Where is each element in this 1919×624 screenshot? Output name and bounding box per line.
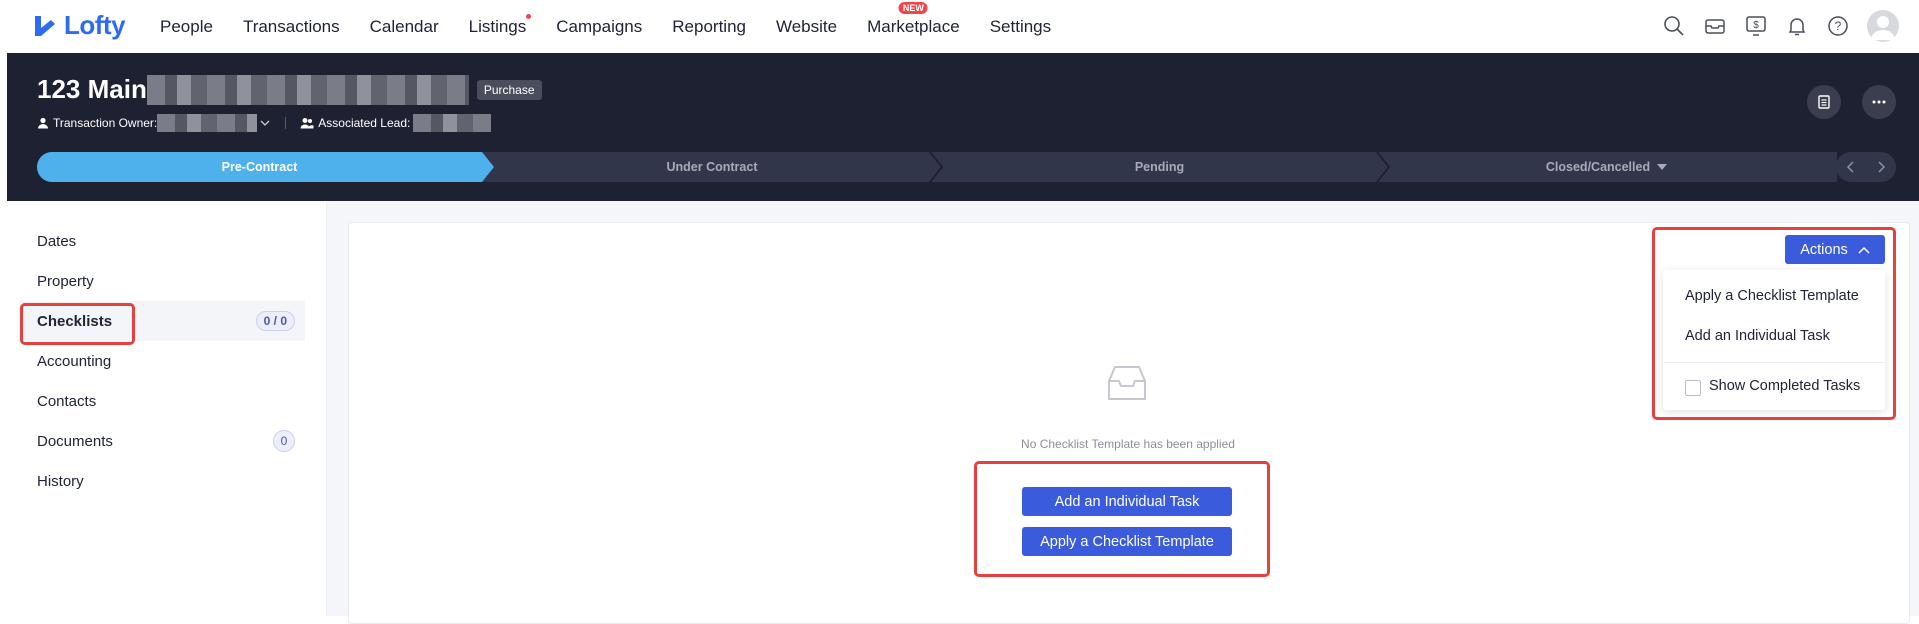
stage-pager	[1836, 152, 1896, 182]
transaction-owner-label: Transaction Owner:	[53, 116, 158, 130]
sidebar-item-accounting[interactable]: Accounting	[20, 341, 305, 381]
redacted-address	[146, 74, 469, 105]
avatar-person-icon	[1871, 16, 1895, 40]
sidebar-item-label: Documents	[37, 432, 113, 450]
chevron-left-icon[interactable]	[1846, 161, 1856, 173]
lofty-logo[interactable]: Lofty	[32, 10, 126, 41]
nav-item-listings[interactable]: Listings	[468, 13, 532, 37]
notification-dot	[526, 13, 532, 19]
people-icon	[300, 118, 314, 129]
svg-text:$: $	[1753, 20, 1759, 31]
stage-pending[interactable]: Pending	[942, 152, 1377, 182]
nav-item-listings-label: Listings	[468, 16, 527, 36]
logo-text: Lofty	[64, 10, 126, 40]
nav-item-marketplace-label: Marketplace	[867, 16, 960, 36]
sidebar-item-property[interactable]: Property	[20, 261, 305, 301]
sidebar-item-label: History	[37, 472, 84, 490]
chevron-down-icon[interactable]	[259, 117, 271, 129]
caret-down-icon	[1657, 164, 1668, 170]
nav-item-calendar[interactable]: Calendar	[370, 17, 439, 37]
svg-text:?: ?	[1835, 19, 1842, 33]
stage-closed-cancelled-label: Closed/Cancelled	[1545, 160, 1651, 174]
sidebar-item-label: Accounting	[37, 352, 112, 370]
transaction-sidebar: Dates Property Checklists 0 / 0 Accounti…	[0, 201, 327, 616]
sidebar-item-contacts[interactable]: Contacts	[20, 381, 305, 421]
stage-under-contract[interactable]: Under Contract	[494, 152, 930, 182]
dollar-monitor-icon[interactable]: $	[1744, 14, 1768, 38]
stage-closed-cancelled[interactable]: Closed/Cancelled	[1389, 152, 1825, 182]
inbox-icon[interactable]	[1703, 14, 1727, 38]
new-badge: NEW	[898, 1, 928, 14]
nav-item-website[interactable]: Website	[776, 17, 837, 37]
sidebar-item-label: Dates	[37, 232, 77, 250]
associated-lead-label: Associated Lead:	[318, 116, 411, 130]
highlight-box-empty-state-buttons	[974, 461, 1270, 577]
transaction-meta: Transaction Owner: Associated Lead:	[37, 114, 492, 132]
nav-icon-group: $ ?	[1662, 10, 1899, 42]
sidebar-item-documents[interactable]: Documents 0	[20, 421, 305, 461]
lofty-logo-icon	[35, 15, 55, 36]
nav-item-reporting[interactable]: Reporting	[672, 17, 746, 37]
user-avatar[interactable]	[1867, 10, 1899, 42]
nav-item-campaigns[interactable]: Campaigns	[556, 17, 642, 37]
notes-button[interactable]	[1807, 85, 1841, 119]
sidebar-item-history[interactable]: History	[20, 461, 305, 501]
nav-item-people[interactable]: People	[160, 17, 213, 37]
document-icon	[1818, 95, 1830, 109]
stage-progress-bar: Pre-Contract Under Contract Pending Clos…	[37, 152, 1837, 182]
empty-state-text: No Checklist Template has been applied	[1021, 437, 1235, 451]
transaction-header: 123 Main Purchase Transaction Owner: Ass…	[7, 53, 1919, 201]
redacted-owner	[157, 114, 258, 132]
highlight-box-actions-menu	[1652, 227, 1896, 420]
chevron-right-icon[interactable]	[1876, 161, 1886, 173]
documents-count-badge: 0	[273, 430, 295, 452]
nav-item-transactions[interactable]: Transactions	[243, 17, 340, 37]
transaction-type-tag: Purchase	[476, 79, 542, 100]
more-options-button[interactable]	[1862, 85, 1896, 119]
meta-divider	[285, 117, 287, 129]
highlight-box-checklists	[20, 303, 135, 345]
transaction-title-row: 123 Main Purchase	[37, 74, 542, 105]
nav-item-settings[interactable]: Settings	[990, 17, 1051, 37]
main-nav: People Transactions Calendar Listings Ca…	[160, 0, 1081, 53]
transaction-title: 123 Main	[37, 74, 147, 104]
bell-icon[interactable]	[1785, 14, 1809, 38]
empty-inbox-icon	[1108, 366, 1146, 400]
search-icon[interactable]	[1662, 14, 1686, 38]
redacted-lead	[413, 114, 492, 132]
sidebar-item-dates[interactable]: Dates	[20, 221, 305, 261]
ellipsis-icon	[1872, 100, 1886, 104]
sidebar-item-label: Property	[37, 272, 94, 290]
help-icon[interactable]: ?	[1826, 14, 1850, 38]
nav-item-marketplace[interactable]: Marketplace NEW	[867, 1, 960, 37]
sidebar-item-label: Contacts	[37, 392, 97, 410]
top-navigation-bar: Lofty People Transactions Calendar Listi…	[0, 0, 1919, 53]
person-icon	[38, 117, 48, 129]
checklist-count-badge: 0 / 0	[255, 311, 295, 331]
stage-pre-contract[interactable]: Pre-Contract	[37, 152, 482, 182]
